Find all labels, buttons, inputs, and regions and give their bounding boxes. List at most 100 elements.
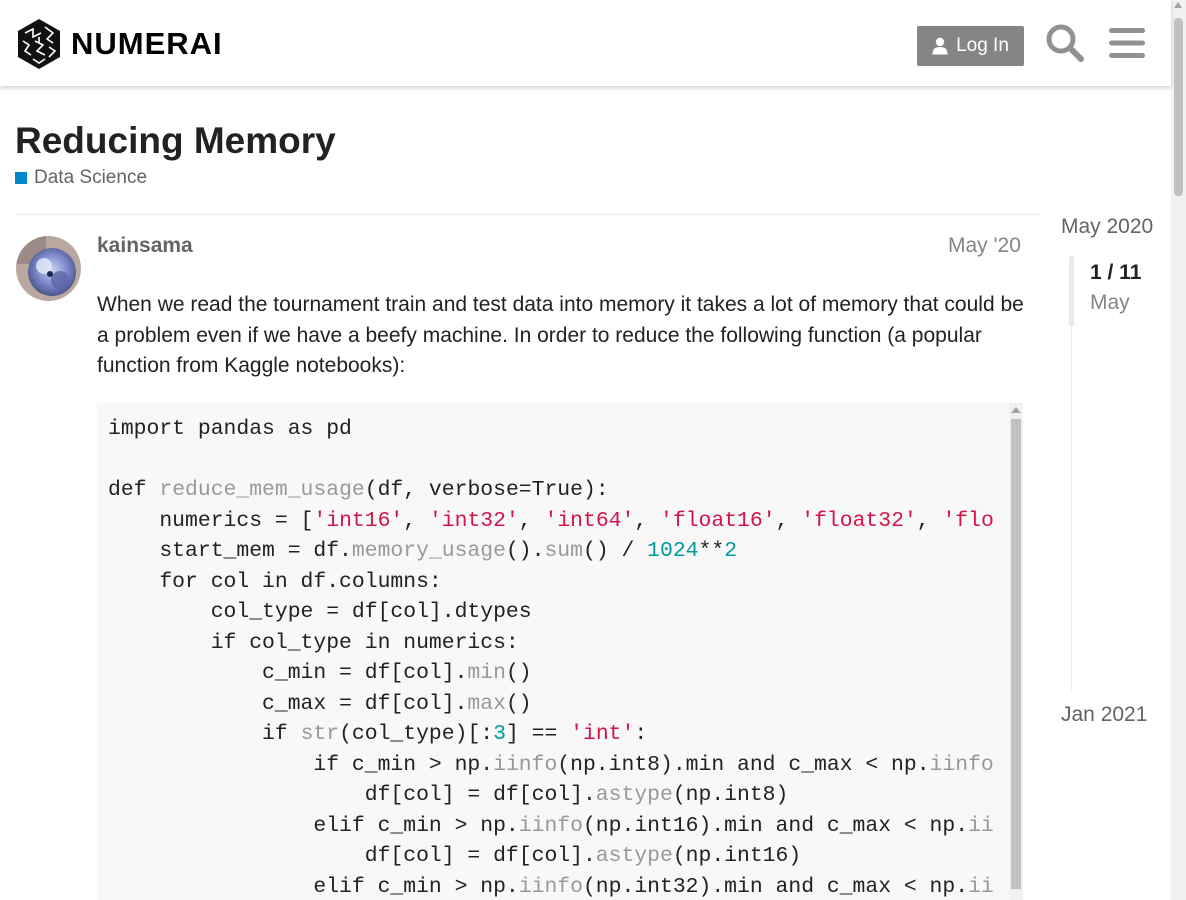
code-token: ii (968, 813, 994, 838)
user-icon (932, 37, 948, 55)
code-token: memory_usage (351, 539, 506, 563)
code-token: max (467, 691, 506, 716)
code-token: (). (505, 539, 545, 563)
code-token: 'int32' (428, 508, 519, 533)
code-token: 'float32' (801, 508, 917, 533)
code-line: elif c_min > np.iinfo(np.int32).min and … (108, 874, 994, 899)
code-token: if c_min > np. (108, 752, 494, 777)
code-token: if col_type in numerics: (108, 630, 519, 655)
post-username[interactable]: kainsama (97, 234, 193, 258)
code-token: () (505, 691, 532, 716)
code-line: if c_min > np.iinfo(np.int8).min and c_m… (108, 752, 994, 777)
code-token: def (108, 478, 160, 502)
code-token: (np.int16) (672, 844, 802, 868)
post-date[interactable]: May '20 (948, 234, 1021, 258)
logo-mark-icon (18, 19, 60, 69)
code-scrollbar-thumb[interactable] (1011, 419, 1021, 889)
code-token: , (775, 508, 802, 533)
hamburger-menu-button[interactable] (1105, 21, 1149, 65)
code-line: c_max = df[col].max() (108, 692, 532, 716)
code-token: , (634, 508, 661, 533)
site-header: NUMERAI Log In (0, 0, 1171, 86)
code-token: (np.int8).min and c_max < np. (557, 752, 930, 777)
code-token: min (467, 661, 506, 685)
category-badge[interactable]: Data Science (15, 167, 147, 189)
code-token: numerics = [ (108, 508, 314, 533)
search-button[interactable] (1043, 21, 1087, 65)
code-token: (df, verbose=True): (364, 478, 609, 502)
post-divider (15, 214, 1039, 215)
code-token: sum (544, 539, 583, 563)
avatar[interactable] (16, 236, 81, 301)
code-token: elif c_min > np. (108, 874, 519, 899)
code-token: 'int' (570, 722, 635, 746)
page-scrollbar-thumb[interactable] (1174, 18, 1183, 196)
code-token: c_max = df[col]. (108, 691, 468, 716)
code-token: str (300, 722, 340, 746)
code-token: start_mem = df. (108, 539, 352, 563)
code-scroll-up-icon[interactable] (1011, 407, 1021, 413)
code-token: , (916, 508, 943, 533)
code-token: 'float16' (660, 508, 776, 533)
code-token: : (634, 722, 648, 746)
code-token: , (518, 508, 545, 533)
login-button[interactable]: Log In (917, 26, 1024, 66)
code-token: astype (595, 844, 673, 868)
code-token: iinfo (929, 752, 994, 777)
code-line: def reduce_mem_usage(df, verbose=True): (108, 478, 609, 502)
post-body-text: When we read the tournament train and te… (97, 293, 1024, 377)
category-color-swatch (15, 172, 27, 184)
login-button-label: Log In (956, 35, 1009, 56)
hamburger-menu-icon (1109, 28, 1145, 58)
code-token: if (108, 722, 301, 746)
code-line: df[col] = df[col].astype(np.int16) (108, 844, 801, 868)
code-line: if str(col_type)[:3] == 'int': (108, 722, 647, 746)
topic-title[interactable]: Reducing Memory (15, 120, 336, 162)
code-token: (col_type)[: (339, 722, 494, 746)
code-line: elif c_min > np.iinfo(np.int16).min and … (108, 813, 994, 838)
code-token: ** (698, 539, 725, 563)
code-token: elif c_min > np. (108, 813, 519, 838)
code-token: 'flo (942, 508, 994, 533)
code-line: start_mem = df.memory_usage().sum() / 10… (108, 539, 737, 563)
code-token: iinfo (518, 874, 583, 899)
code-token: 'int64' (544, 508, 635, 533)
timeline-position-date: May (1090, 291, 1130, 314)
timeline-end-date[interactable]: Jan 2021 (1061, 703, 1147, 727)
code-line: if col_type in numerics: (108, 631, 519, 655)
code-token: , (403, 508, 429, 533)
code-token: iinfo (493, 752, 558, 777)
code-token: (np.int32).min and c_max < np. (582, 874, 969, 899)
code-token: ] == (505, 722, 571, 746)
code-line: c_min = df[col].min() (108, 661, 532, 685)
category-name: Data Science (34, 167, 148, 188)
code-line: col_type = df[col].dtypes (108, 600, 532, 624)
code-token: for col in df.columns: (108, 569, 442, 594)
code-token: (np.int16).min and c_max < np. (582, 813, 969, 838)
code-token: () / (582, 539, 648, 563)
code-token: 2 (724, 539, 738, 563)
code-token: df[col] = df[col]. (108, 844, 596, 868)
code-content: import pandas as pd def reduce_mem_usage… (108, 414, 994, 900)
code-token: df[col] = df[col]. (108, 783, 596, 807)
code-token: 3 (493, 722, 506, 746)
code-line: import pandas as pd (108, 417, 352, 441)
code-line: numerics = ['int16', 'int32', 'int64', '… (108, 508, 994, 533)
code-token: ii (968, 874, 994, 899)
code-token: import pandas as pd (108, 417, 352, 441)
logo-text: NUMERAI (71, 26, 223, 61)
timeline-start-date[interactable]: May 2020 (1061, 215, 1153, 239)
code-token: () (505, 661, 532, 685)
code-line: for col in df.columns: (108, 569, 442, 594)
timeline-position: 1 / 11 (1090, 261, 1142, 284)
timeline-handle[interactable] (1069, 256, 1074, 326)
code-token: (np.int8) (672, 783, 789, 807)
code-token: 1024 (647, 539, 699, 563)
code-token: col_type = df[col].dtypes (108, 600, 532, 624)
page-scroll-up-icon[interactable] (1174, 2, 1182, 8)
site-logo[interactable]: NUMERAI (15, 17, 223, 71)
code-token: iinfo (518, 813, 583, 838)
code-block[interactable]: import pandas as pd def reduce_mem_usage… (97, 403, 1023, 900)
code-token: reduce_mem_usage (159, 478, 365, 502)
search-icon (1046, 24, 1084, 62)
